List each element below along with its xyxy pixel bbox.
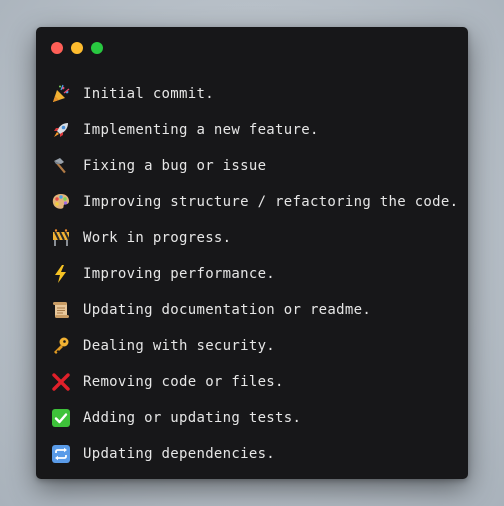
close-button[interactable] xyxy=(51,42,63,54)
list-item: Improving structure / refactoring the co… xyxy=(51,184,458,220)
entry-text: Adding or updating tests. xyxy=(83,410,302,426)
window-controls xyxy=(51,42,103,54)
list-item: Updating dependencies. xyxy=(51,436,458,472)
minimize-button[interactable] xyxy=(71,42,83,54)
list-item: Initial commit. xyxy=(51,76,458,112)
artist-palette-icon xyxy=(51,192,83,212)
list-item: Updating documentation or readme. xyxy=(51,292,458,328)
list-item: Improving performance. xyxy=(51,256,458,292)
entry-text: Improving performance. xyxy=(83,266,276,282)
lightning-icon xyxy=(51,264,83,284)
terminal-window: Initial commit. Implementing a new featu… xyxy=(36,27,468,479)
party-popper-icon xyxy=(51,84,83,104)
entry-text: Dealing with security. xyxy=(83,338,276,354)
entry-text: Updating dependencies. xyxy=(83,446,276,462)
check-mark-icon xyxy=(51,408,83,428)
list-item: Adding or updating tests. xyxy=(51,400,458,436)
maximize-button[interactable] xyxy=(91,42,103,54)
entry-text: Improving structure / refactoring the co… xyxy=(83,194,459,210)
entry-text: Fixing a bug or issue xyxy=(83,158,267,174)
repeat-icon xyxy=(51,444,83,464)
list-item: Implementing a new feature. xyxy=(51,112,458,148)
list-item: Work in progress. xyxy=(51,220,458,256)
entry-text: Initial commit. xyxy=(83,86,214,102)
commit-type-list: Initial commit. Implementing a new featu… xyxy=(51,76,458,472)
entry-text: Updating documentation or readme. xyxy=(83,302,372,318)
hammer-icon xyxy=(51,156,83,176)
key-icon xyxy=(51,336,83,356)
construction-icon xyxy=(51,228,83,248)
rocket-icon xyxy=(51,120,83,140)
list-item: Fixing a bug or issue xyxy=(51,148,458,184)
list-item: Dealing with security. xyxy=(51,328,458,364)
entry-text: Work in progress. xyxy=(83,230,232,246)
entry-text: Removing code or files. xyxy=(83,374,284,390)
entry-text: Implementing a new feature. xyxy=(83,122,319,138)
cross-mark-icon xyxy=(51,372,83,392)
list-item: Removing code or files. xyxy=(51,364,458,400)
scroll-icon xyxy=(51,300,83,320)
